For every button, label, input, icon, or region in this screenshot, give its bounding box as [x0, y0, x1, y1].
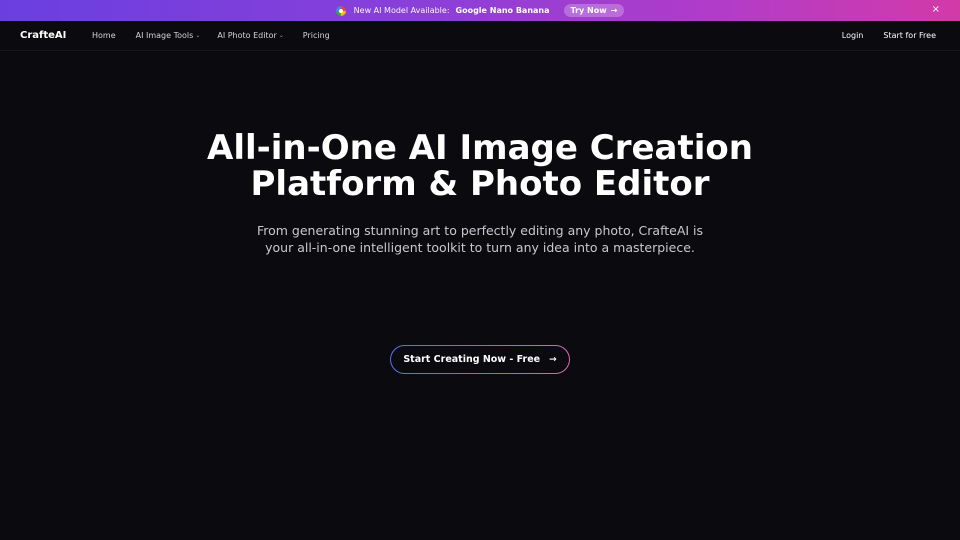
nav-link-label: Home	[92, 31, 116, 40]
logo[interactable]: CrafteAI	[20, 30, 66, 41]
chevron-down-icon: ⌄	[195, 32, 201, 39]
banner-prefix: New AI Model Available:	[353, 6, 450, 15]
try-now-label: Try Now	[570, 6, 607, 15]
chevron-down-icon: ⌄	[278, 32, 284, 39]
cta-inner: Start Creating Now - Free →	[391, 346, 569, 373]
close-icon[interactable]: ×	[932, 4, 940, 15]
nav-links: Home AI Image Tools ⌄ AI Photo Editor ⌄ …	[92, 31, 330, 40]
start-for-free-link[interactable]: Start for Free	[883, 31, 936, 40]
nav-link-pricing[interactable]: Pricing	[303, 31, 330, 40]
start-creating-button[interactable]: Start Creating Now - Free →	[390, 345, 570, 374]
top-navbar: CrafteAI Home AI Image Tools ⌄ AI Photo …	[0, 21, 960, 51]
google-icon	[335, 5, 346, 16]
nav-link-home[interactable]: Home	[92, 31, 116, 40]
nav-link-ai-photo-editor[interactable]: AI Photo Editor ⌄	[217, 31, 283, 40]
hero-subtitle: From generating stunning art to perfectl…	[256, 223, 704, 255]
login-link[interactable]: Login	[842, 31, 864, 40]
arrow-right-icon: →	[549, 354, 557, 365]
nav-link-ai-image-tools[interactable]: AI Image Tools ⌄	[136, 31, 201, 40]
cta-label: Start Creating Now - Free	[403, 354, 541, 365]
hero-title: All-in-One AI Image Creation Platform & …	[207, 128, 753, 204]
nav-link-label: AI Image Tools	[135, 31, 194, 40]
banner-model-name: Google Nano Banana	[455, 6, 550, 15]
try-now-button[interactable]: Try Now →	[563, 4, 625, 17]
nav-actions: Login Start for Free	[842, 31, 936, 40]
nav-link-label: AI Photo Editor	[217, 31, 277, 40]
arrow-right-icon: →	[610, 6, 618, 15]
hero-section: All-in-One AI Image Creation Platform & …	[0, 130, 960, 256]
nav-link-label: Pricing	[302, 31, 330, 40]
announcement-banner: New AI Model Available: Google Nano Bana…	[0, 0, 960, 21]
